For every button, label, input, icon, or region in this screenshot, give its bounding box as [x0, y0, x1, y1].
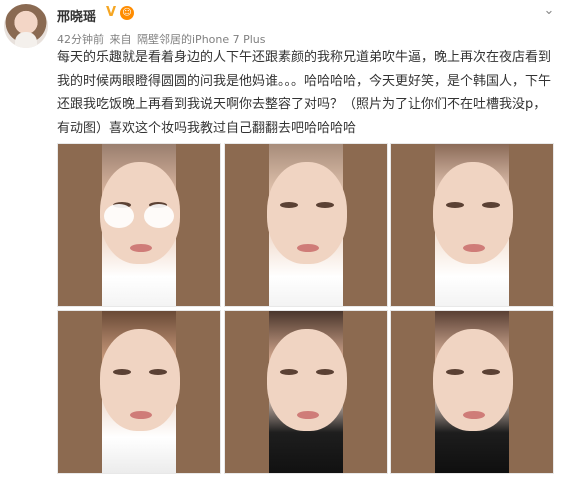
eye-left	[446, 202, 464, 208]
photo-6[interactable]	[390, 310, 554, 474]
mouth	[130, 244, 152, 252]
post-text: 每天的乐趣就是看着身边的人下午还跟素颜的我称兄道弟吹牛逼，晚上再次在夜店看到我的…	[57, 50, 552, 136]
emoji-badge-icon: ☺	[120, 6, 134, 20]
hair-right	[176, 311, 220, 473]
hair-left	[391, 311, 435, 473]
eye-patch-right	[144, 204, 174, 228]
eye-left	[113, 369, 131, 375]
hair-left	[391, 144, 435, 306]
hair-left	[58, 144, 102, 306]
hair-left	[225, 311, 269, 473]
post-source[interactable]: 隔壁邻居的iPhone 7 Plus	[137, 33, 266, 46]
eye-right	[149, 369, 167, 375]
mouth	[463, 411, 485, 419]
verified-v-icon: V	[106, 5, 117, 20]
hair-right	[509, 144, 553, 306]
eye-left	[280, 369, 298, 375]
photo-1[interactable]	[57, 143, 221, 307]
post-meta: 42分钟前 来自 隔壁邻居的iPhone 7 Plus	[57, 31, 266, 47]
eye-right	[316, 202, 334, 208]
avatar[interactable]	[4, 4, 48, 48]
photo-2[interactable]	[224, 143, 388, 307]
source-prefix: 来自	[109, 33, 132, 46]
eye-right	[482, 202, 500, 208]
photo-3[interactable]	[390, 143, 554, 307]
eye-right	[316, 369, 334, 375]
chevron-down-icon[interactable]: ⌄	[542, 4, 556, 18]
mouth	[297, 411, 319, 419]
hair-left	[225, 144, 269, 306]
hair-right	[343, 144, 387, 306]
mouth	[463, 244, 485, 252]
hair-left	[58, 311, 102, 473]
username[interactable]: 邢晓瑶	[57, 6, 96, 25]
eye-left	[446, 369, 464, 375]
post-time[interactable]: 42分钟前	[57, 33, 104, 46]
hair-right	[176, 144, 220, 306]
hair-right	[509, 311, 553, 473]
mouth	[297, 244, 319, 252]
hair-right	[343, 311, 387, 473]
photo-4[interactable]	[57, 310, 221, 474]
eye-left	[280, 202, 298, 208]
photo-5[interactable]	[224, 310, 388, 474]
mouth	[130, 411, 152, 419]
eye-patch-left	[104, 204, 134, 228]
eye-right	[482, 369, 500, 375]
